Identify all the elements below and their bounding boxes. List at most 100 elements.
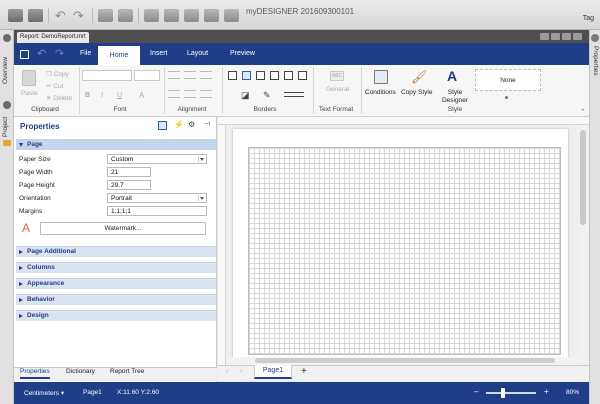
paste-icon[interactable]: [22, 70, 36, 86]
maximize-icon[interactable]: [562, 33, 571, 40]
units-dropdown[interactable]: Centimeters ▾: [24, 389, 64, 397]
vertical-scroll-thumb[interactable]: [580, 130, 586, 225]
style-none-box[interactable]: None: [475, 69, 541, 91]
margins-input[interactable]: 1;1;1;1: [107, 206, 207, 216]
overview-tab[interactable]: Overview: [2, 57, 9, 84]
page-width-input[interactable]: 21: [107, 167, 151, 177]
section-page[interactable]: Page: [16, 139, 216, 150]
font-color-button[interactable]: A: [139, 91, 144, 100]
tab-dictionary[interactable]: Dictionary: [66, 368, 95, 375]
copy-button[interactable]: ❐ Copy: [46, 70, 69, 78]
properties-pin-icon[interactable]: [591, 34, 599, 42]
style-gallery-more-icon[interactable]: [505, 96, 508, 99]
pen-color-icon[interactable]: ✎: [263, 90, 271, 101]
align-top-icon[interactable]: [168, 90, 180, 98]
restore-right-icon[interactable]: [551, 33, 560, 40]
overview-pin-icon[interactable]: [3, 34, 11, 42]
menu-home[interactable]: Home: [98, 46, 140, 65]
italic-button[interactable]: I: [101, 92, 103, 99]
expand-icon: [19, 266, 23, 270]
zoom-level: 80%: [566, 389, 580, 396]
font-group-label: Font: [113, 106, 127, 113]
align-left-icon[interactable]: [168, 71, 180, 79]
page-grid[interactable]: [248, 147, 561, 355]
page-height-input[interactable]: 29.7: [107, 180, 151, 190]
paper-size-dropdown[interactable]: Custom: [107, 154, 207, 164]
fill-color-icon[interactable]: ◪: [241, 90, 250, 101]
border-right-icon[interactable]: [284, 71, 293, 80]
expand-icon: [19, 314, 23, 318]
underline-button[interactable]: U: [117, 92, 122, 99]
section-behavior[interactable]: Behavior: [16, 294, 216, 305]
project-pin-icon[interactable]: [3, 101, 11, 109]
orientation-dropdown[interactable]: Portrait: [107, 193, 207, 203]
text-format-icon[interactable]: ABC: [330, 71, 344, 81]
menu-preview[interactable]: Preview: [230, 50, 255, 57]
align-middle-icon[interactable]: [184, 90, 196, 98]
align-right-icon[interactable]: [200, 71, 212, 79]
redo-icon[interactable]: ↷: [55, 47, 64, 60]
paste-button[interactable]: Paste: [21, 90, 38, 97]
chevron-down-icon: ▾: [59, 390, 65, 397]
folder-icon[interactable]: [3, 140, 11, 146]
section-columns[interactable]: Columns: [16, 262, 216, 273]
properties-side-tab[interactable]: Properties: [592, 46, 599, 76]
zoom-slider-knob[interactable]: [501, 388, 505, 398]
bold-button[interactable]: B: [85, 92, 90, 99]
border-none-icon[interactable]: [228, 71, 237, 80]
align-center-icon[interactable]: [184, 71, 196, 79]
alignment-group-label: Alignment: [177, 106, 207, 113]
ribbon-separator: [79, 67, 80, 114]
categorized-view-icon[interactable]: [158, 121, 167, 130]
copy-style-button[interactable]: Copy Style: [401, 89, 432, 96]
border-all-icon[interactable]: [242, 71, 251, 80]
restore-left-icon[interactable]: [540, 33, 549, 40]
page-tab-page1[interactable]: Page1: [254, 365, 292, 379]
events-icon[interactable]: ⚡: [174, 120, 184, 129]
font-name-dropdown[interactable]: [82, 70, 132, 81]
menu-layout[interactable]: Layout: [187, 50, 208, 57]
style-designer-icon[interactable]: A: [447, 68, 457, 84]
ribbon-separator: [361, 67, 362, 114]
undo-icon[interactable]: ↶: [37, 47, 46, 60]
zoom-out-button[interactable]: –: [474, 387, 478, 396]
general-format-button[interactable]: General: [326, 86, 349, 93]
section-design[interactable]: Design: [16, 310, 216, 321]
prev-page-icon[interactable]: ‹: [226, 368, 228, 375]
cut-button[interactable]: ✂ Cut: [46, 82, 63, 90]
conditions-button[interactable]: Conditions: [365, 89, 396, 96]
next-page-icon[interactable]: ›: [240, 368, 242, 375]
border-bottom-icon[interactable]: [298, 71, 307, 80]
border-style-icon[interactable]: [284, 92, 304, 97]
border-left-icon[interactable]: [256, 71, 265, 80]
menu-file[interactable]: File: [80, 50, 91, 57]
copy-style-icon[interactable]: 🖌: [411, 69, 428, 85]
cut-label: Cut: [53, 83, 64, 90]
zoom-slider[interactable]: [486, 392, 536, 394]
tab-properties[interactable]: Properties: [20, 368, 50, 379]
watermark-button[interactable]: Watermark...: [40, 222, 206, 235]
style-designer-button[interactable]: Style Designer: [440, 89, 470, 105]
tab-report-tree[interactable]: Report Tree: [110, 368, 144, 375]
horizontal-scroll-thumb[interactable]: [255, 358, 555, 363]
conditions-icon[interactable]: [374, 70, 388, 84]
document-tab[interactable]: Report: DemoReport.mrt: [17, 32, 89, 43]
save-icon[interactable]: [20, 50, 29, 59]
close-icon[interactable]: [573, 33, 582, 40]
border-top-icon[interactable]: [270, 71, 279, 80]
section-appearance[interactable]: Appearance: [16, 278, 216, 289]
menu-insert[interactable]: Insert: [150, 50, 168, 57]
zoom-in-button[interactable]: +: [544, 387, 549, 396]
delete-button[interactable]: ✕ Delete: [46, 94, 72, 102]
font-size-dropdown[interactable]: [134, 70, 160, 81]
chevron-down-icon: [198, 156, 205, 162]
align-bottom-icon[interactable]: [200, 90, 212, 98]
project-tab[interactable]: Project: [2, 117, 9, 137]
add-page-button[interactable]: +: [301, 366, 307, 377]
collapse-ribbon-icon[interactable]: ⌃: [580, 108, 586, 116]
settings-gear-icon[interactable]: ⚙: [188, 120, 195, 129]
section-page-additional[interactable]: Page Additional: [16, 246, 216, 257]
window-title: myDESIGNER 201609300101: [245, 7, 355, 16]
pin-icon[interactable]: ⊣: [204, 120, 210, 128]
tag-label[interactable]: Tag: [583, 15, 594, 22]
